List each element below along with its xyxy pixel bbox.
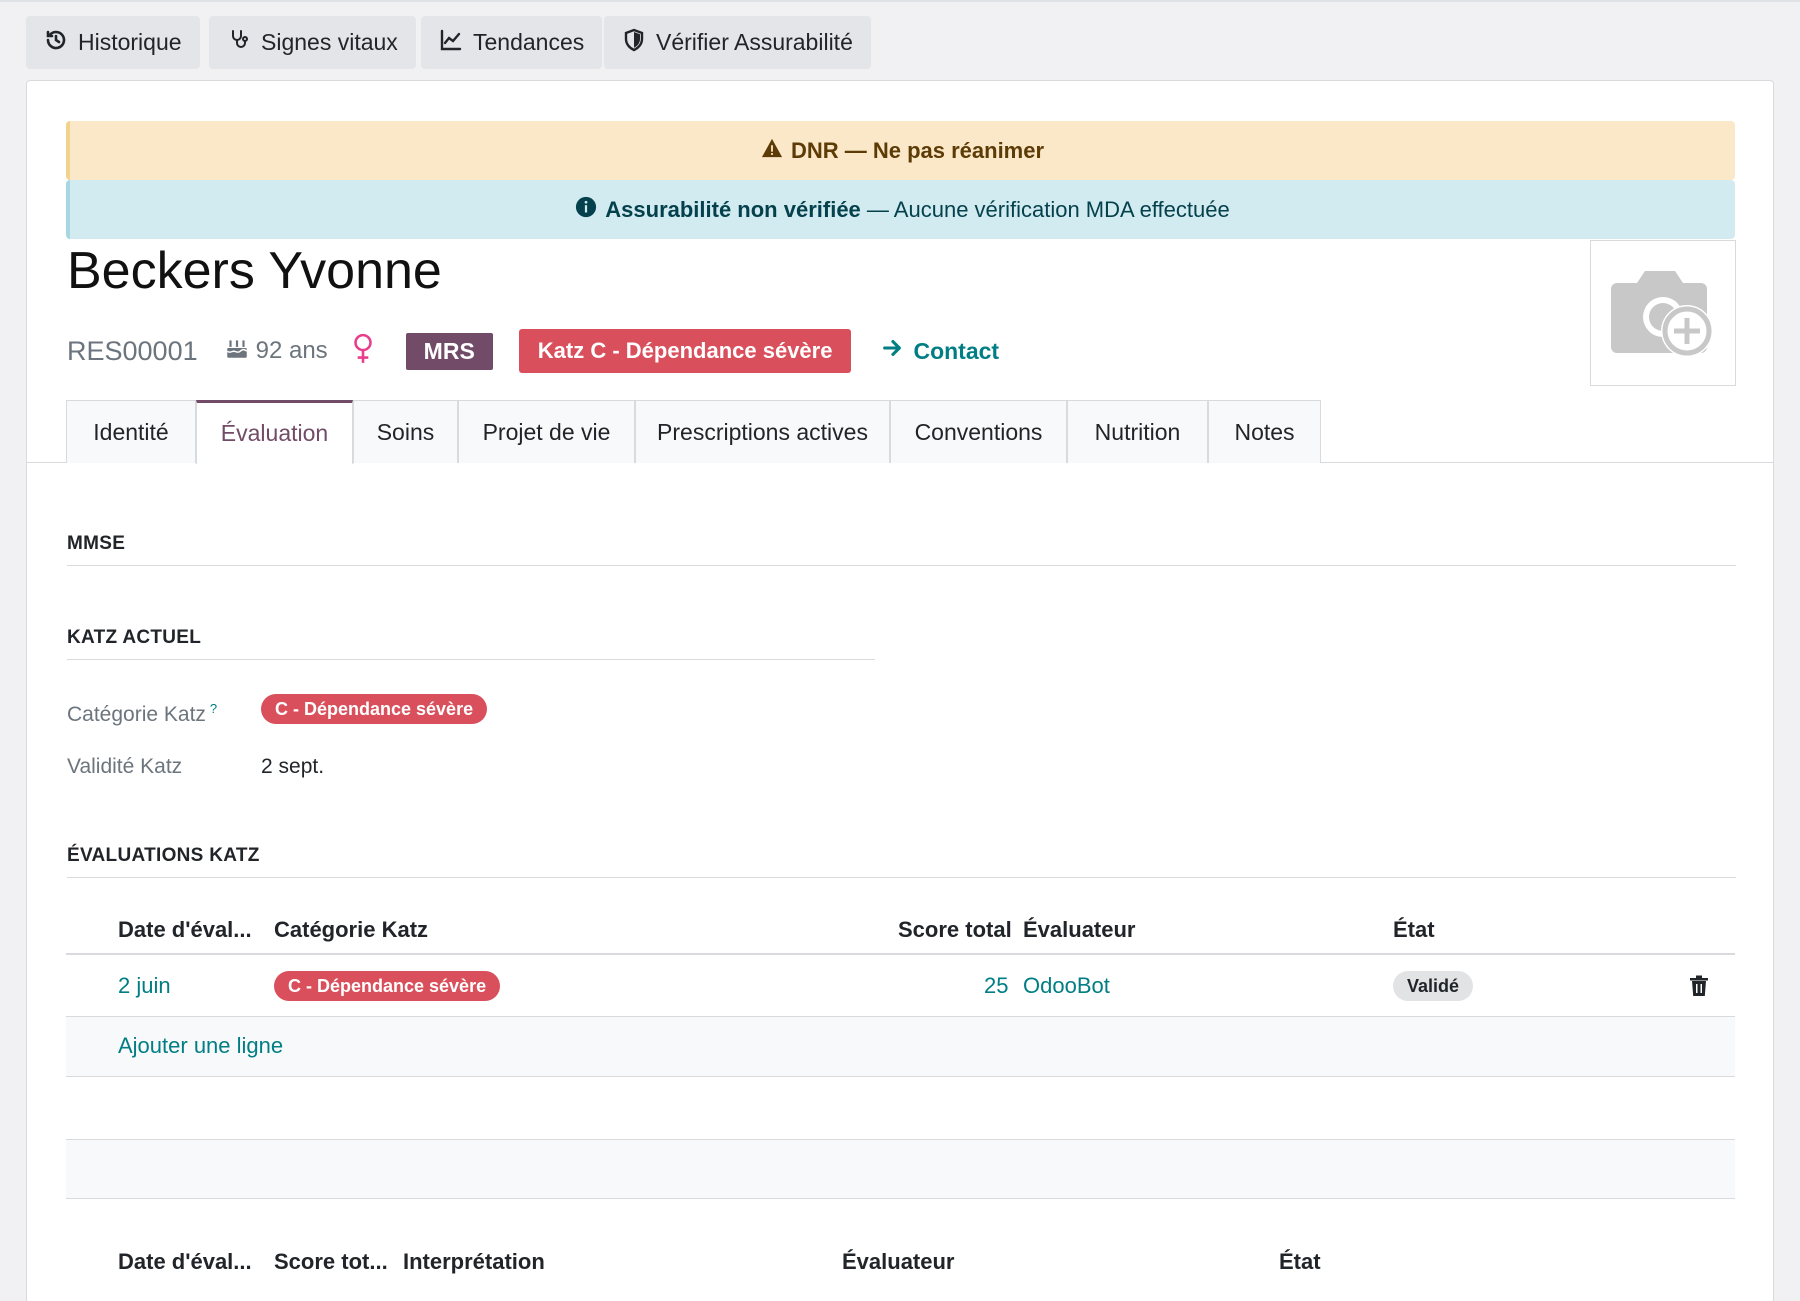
top-toolbar: Historique Signes vitaux Tendances Vérif… xyxy=(0,0,1800,82)
history-button[interactable]: Historique xyxy=(26,16,200,69)
row-evaluator[interactable]: OdooBot xyxy=(1023,973,1110,999)
contact-label: Contact xyxy=(913,337,1000,364)
warning-icon xyxy=(761,137,783,165)
help-tooltip-icon[interactable]: ? xyxy=(210,701,217,716)
katz-validity-label: Validité Katz xyxy=(67,755,183,778)
table-row[interactable]: 2 juin C - Dépendance sévère 25 OdooBot … xyxy=(66,957,1735,1017)
line-chart-icon xyxy=(439,28,463,58)
verify-insurability-button[interactable]: Vérifier Assurabilité xyxy=(604,16,871,69)
camera-add-icon xyxy=(1607,261,1719,366)
katz-evaluations-section-title: ÉVALUATIONS KATZ xyxy=(67,845,1736,878)
state-badge: Validé xyxy=(1393,971,1474,1001)
tab-evaluation[interactable]: Évaluation xyxy=(196,400,353,464)
add-line-button[interactable]: Ajouter une ligne xyxy=(118,1033,283,1059)
tab-soins[interactable]: Soins xyxy=(353,400,458,463)
katz-table-header: Date d'éval... Catégorie Katz Score tota… xyxy=(66,899,1735,955)
katz-current-section-title: KATZ ACTUEL xyxy=(67,627,875,660)
katz-category-pill: C - Dépendance sévère xyxy=(261,694,488,724)
add-line-row: Ajouter une ligne xyxy=(66,1017,1735,1077)
dnr-text: DNR — Ne pas réanimer xyxy=(790,137,1045,163)
mmse-section-title: MMSE xyxy=(67,533,1736,566)
tab-conventions[interactable]: Conventions xyxy=(890,400,1067,463)
row-category: C - Dépendance sévère xyxy=(274,971,501,1001)
mmse-column-header-date[interactable]: Date d'éval... xyxy=(118,1249,252,1275)
vitals-label: Signes vitaux xyxy=(261,29,398,55)
form-tabs: Identité Évaluation Soins Projet de vie … xyxy=(27,400,1773,464)
trends-button[interactable]: Tendances xyxy=(421,16,603,69)
katz-category-badge: Katz C - Dépendance sévère xyxy=(518,329,852,373)
form-sheet: DNR — Ne pas réanimer Assurabilité non v… xyxy=(26,80,1774,1301)
shield-icon xyxy=(622,28,646,58)
mmse-table-header: Date d'éval... Score tot... Interprétati… xyxy=(66,1231,1735,1287)
resident-age: 92 ans xyxy=(224,335,328,368)
female-icon xyxy=(328,333,376,370)
arrow-right-icon xyxy=(881,337,903,365)
row-date[interactable]: 2 juin xyxy=(118,973,171,999)
katz-category-label: Catégorie Katz? xyxy=(67,701,218,726)
avatar-upload[interactable] xyxy=(1590,240,1736,386)
age-value: 92 ans xyxy=(255,337,328,364)
mmse-column-header-state[interactable]: État xyxy=(1279,1249,1321,1275)
katz-validity-value: 2 sept. xyxy=(261,755,325,778)
empty-row xyxy=(66,1139,1735,1199)
tab-nutrition[interactable]: Nutrition xyxy=(1067,400,1208,463)
vitals-button[interactable]: Signes vitaux xyxy=(209,16,416,69)
resident-name: Beckers Yvonne xyxy=(67,242,442,300)
column-header-state[interactable]: État xyxy=(1393,917,1435,943)
column-header-evaluator[interactable]: Évaluateur xyxy=(1023,917,1136,943)
mmse-column-header-evaluator[interactable]: Évaluateur xyxy=(842,1249,955,1275)
trends-label: Tendances xyxy=(473,29,585,55)
row-score[interactable]: 25 xyxy=(984,973,1008,999)
row-state: Validé xyxy=(1393,971,1474,1001)
tab-identite[interactable]: Identité xyxy=(66,400,196,463)
birthday-cake-icon xyxy=(224,335,250,368)
mmse-column-header-interpretation[interactable]: Interprétation xyxy=(403,1249,545,1275)
stethoscope-icon xyxy=(227,28,251,58)
column-header-date[interactable]: Date d'éval... xyxy=(118,917,252,943)
trash-icon[interactable] xyxy=(1689,975,1709,997)
facility-type-badge: MRS xyxy=(405,332,493,370)
column-header-category[interactable]: Catégorie Katz xyxy=(274,917,428,943)
row-category-pill: C - Dépendance sévère xyxy=(274,971,501,1001)
katz-category-value: C - Dépendance sévère xyxy=(261,694,488,724)
tab-prescriptions-actives[interactable]: Prescriptions actives xyxy=(635,400,890,463)
resident-reference: RES00001 xyxy=(67,335,198,366)
tab-projet-de-vie[interactable]: Projet de vie xyxy=(458,400,635,463)
column-header-score[interactable]: Score total xyxy=(898,917,1012,943)
mmse-column-header-score[interactable]: Score tot... xyxy=(274,1249,388,1275)
contact-button[interactable]: Contact xyxy=(881,337,999,365)
insurability-status: Assurabilité non vérifiée xyxy=(605,196,861,222)
resident-meta: RES00001 92 ans MRS Katz C - Dépendance … xyxy=(67,326,999,376)
history-label: Historique xyxy=(78,29,182,55)
dnr-alert: DNR — Ne pas réanimer xyxy=(66,121,1735,180)
history-icon xyxy=(44,28,68,58)
verify-label: Vérifier Assurabilité xyxy=(656,29,853,55)
info-icon xyxy=(575,196,597,224)
insurability-alert: Assurabilité non vérifiée — Aucune vérif… xyxy=(66,180,1735,239)
insurability-detail: — Aucune vérification MDA effectuée xyxy=(860,196,1230,222)
tab-notes[interactable]: Notes xyxy=(1208,400,1321,463)
